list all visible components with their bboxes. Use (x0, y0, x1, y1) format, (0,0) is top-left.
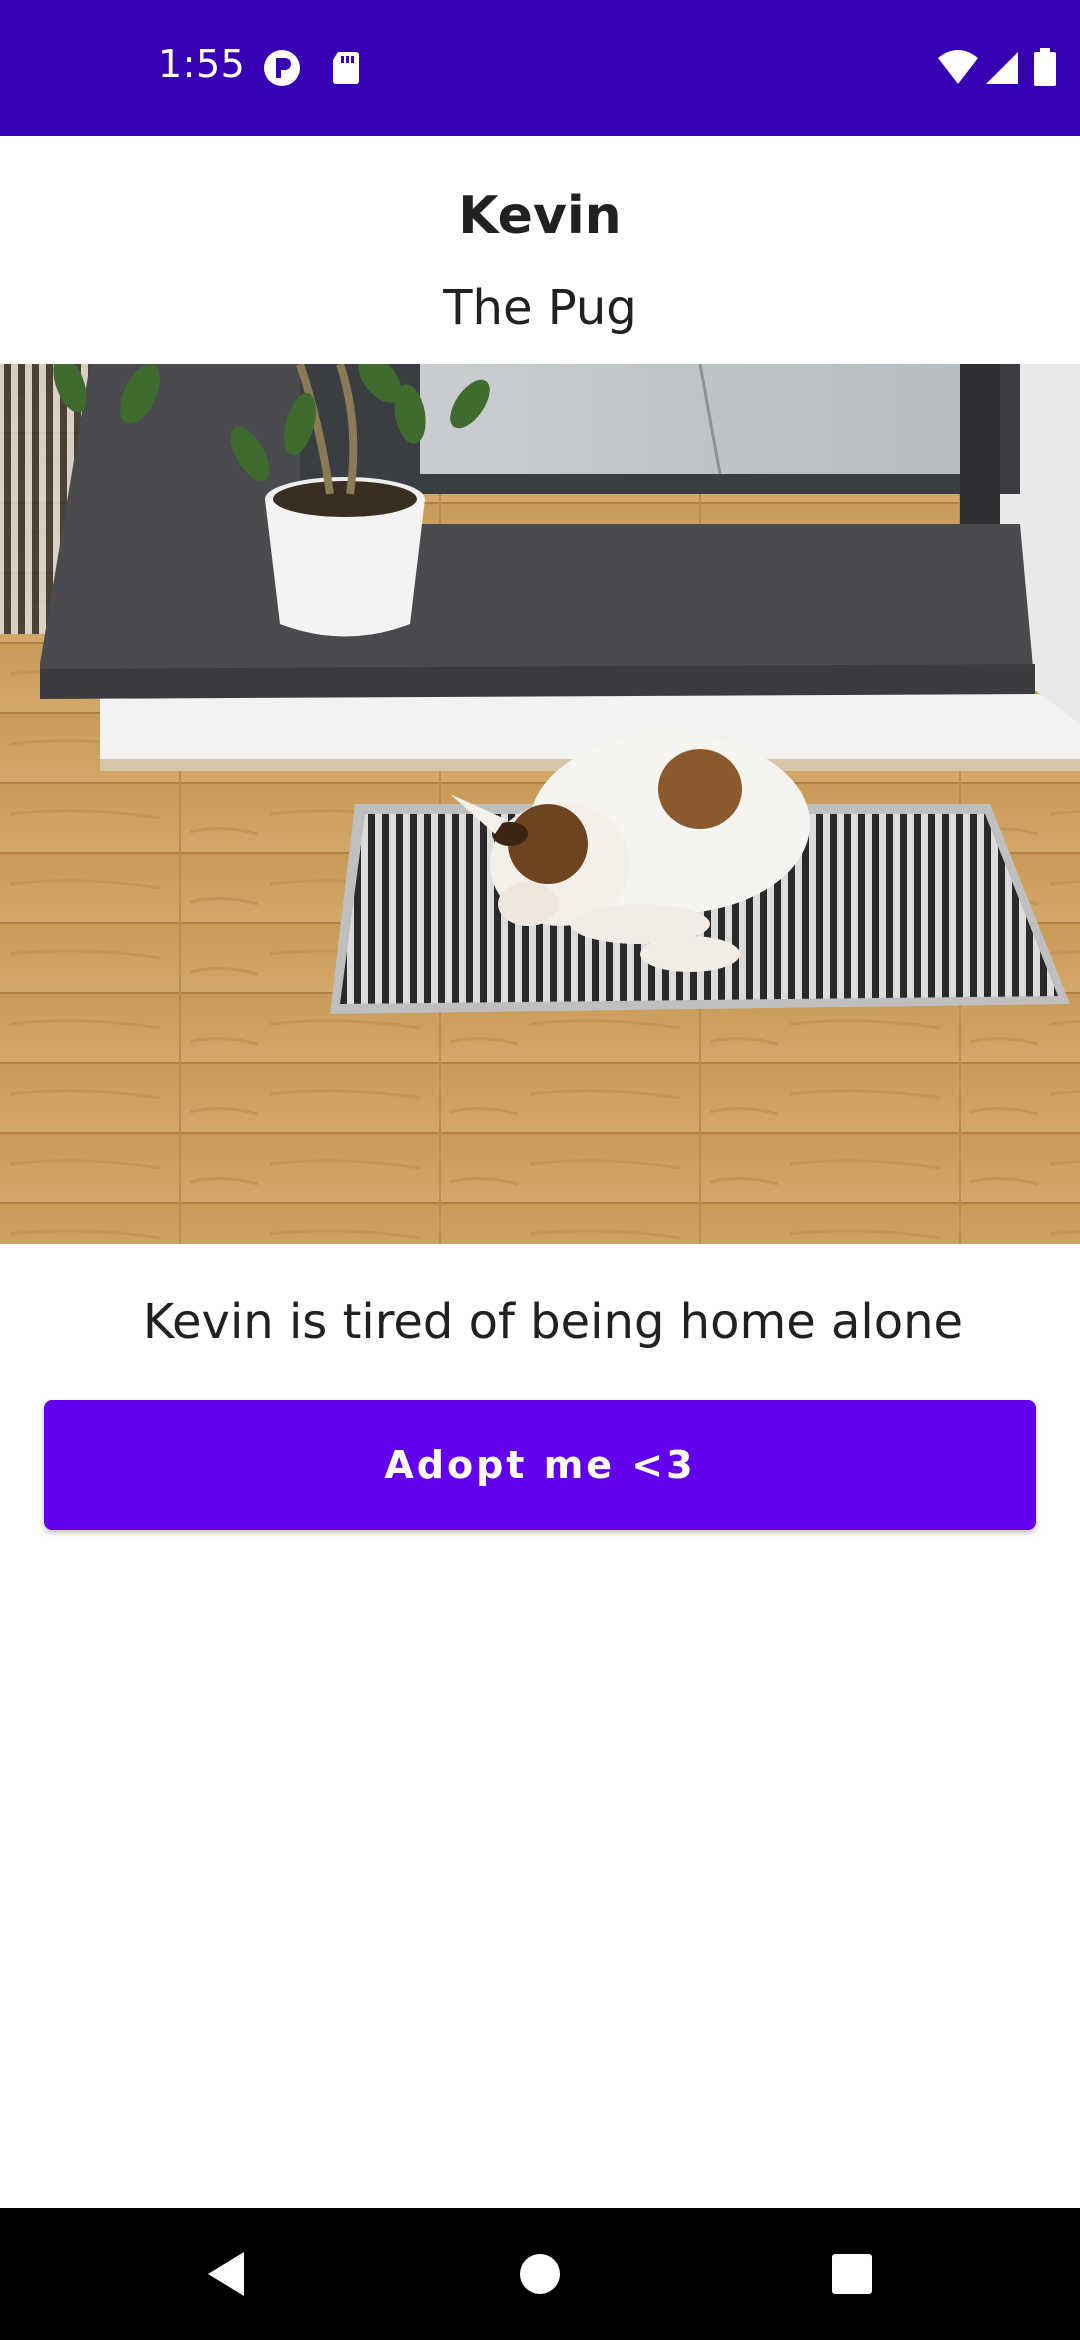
adopt-button[interactable]: Adopt me <3 (44, 1400, 1036, 1530)
status-time: 1:55 (158, 42, 246, 86)
wifi-icon (936, 48, 980, 88)
notification-app-icon (262, 48, 302, 88)
home-icon[interactable] (510, 2244, 570, 2304)
cell-signal-icon (982, 48, 1022, 88)
pet-photo (0, 364, 1080, 1244)
back-icon[interactable] (196, 2244, 256, 2304)
status-bar: 1:55 (0, 0, 1080, 136)
sd-card-icon (326, 48, 366, 88)
pet-breed: The Pug (443, 280, 637, 336)
recents-icon[interactable] (822, 2244, 882, 2304)
pet-detail-screen: 1:55 Kevin The Pug Kevin is tired of bei… (0, 0, 1080, 2340)
pet-name: Kevin (458, 186, 622, 246)
battery-icon (1032, 48, 1058, 88)
navigation-bar (0, 2208, 1080, 2340)
pet-description: Kevin is tired of being home alone (142, 1294, 964, 1350)
